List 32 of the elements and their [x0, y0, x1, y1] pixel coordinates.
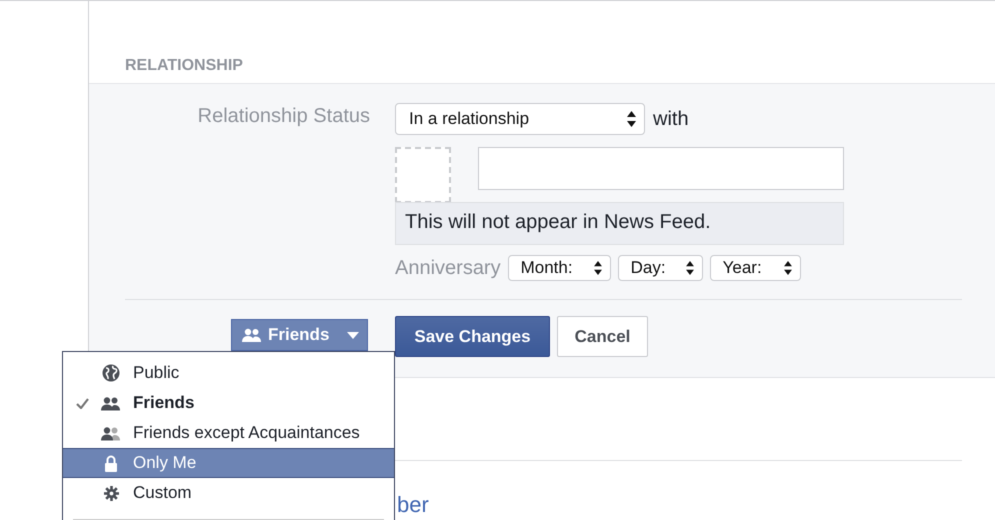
updown-icon	[594, 261, 602, 275]
cancel-button[interactable]: Cancel	[557, 316, 648, 357]
lock-icon	[104, 454, 118, 472]
updown-icon	[627, 111, 636, 127]
date-select[interactable]: Year:	[710, 255, 801, 281]
date-select[interactable]: Day:	[618, 255, 703, 281]
status-select[interactable]: In a relationship	[395, 103, 645, 135]
save-button[interactable]: Save Changes	[395, 316, 550, 357]
people-icon	[101, 396, 121, 410]
menu-item[interactable]: Friends except Acquaintances	[63, 418, 394, 448]
field-label: Relationship Status	[196, 104, 371, 129]
people-icon	[242, 328, 262, 342]
with-label: with	[653, 108, 689, 130]
privacy-button[interactable]: Friends	[231, 319, 368, 351]
menu-item[interactable]: Public	[63, 358, 394, 388]
link[interactable]: ber	[397, 492, 429, 518]
updown-icon	[784, 261, 792, 275]
date-select[interactable]: Month:	[508, 255, 611, 281]
updown-icon	[686, 261, 694, 275]
check-icon	[76, 398, 89, 408]
gear-icon	[104, 486, 118, 500]
partner-input-field[interactable]	[478, 147, 844, 190]
menu-item[interactable]: Only Me	[63, 448, 394, 478]
caret-icon	[347, 332, 359, 338]
globe-icon	[102, 364, 120, 382]
photo-placeholder	[395, 147, 451, 203]
people-icon	[101, 426, 121, 440]
anniversary-label: Anniversary	[395, 256, 501, 280]
section-heading: RELATIONSHIP	[125, 57, 243, 75]
menu-item[interactable]: Friends	[63, 388, 394, 418]
menu-item[interactable]: Custom	[63, 478, 394, 508]
notice-text: This will not appear in News Feed.	[395, 202, 844, 245]
